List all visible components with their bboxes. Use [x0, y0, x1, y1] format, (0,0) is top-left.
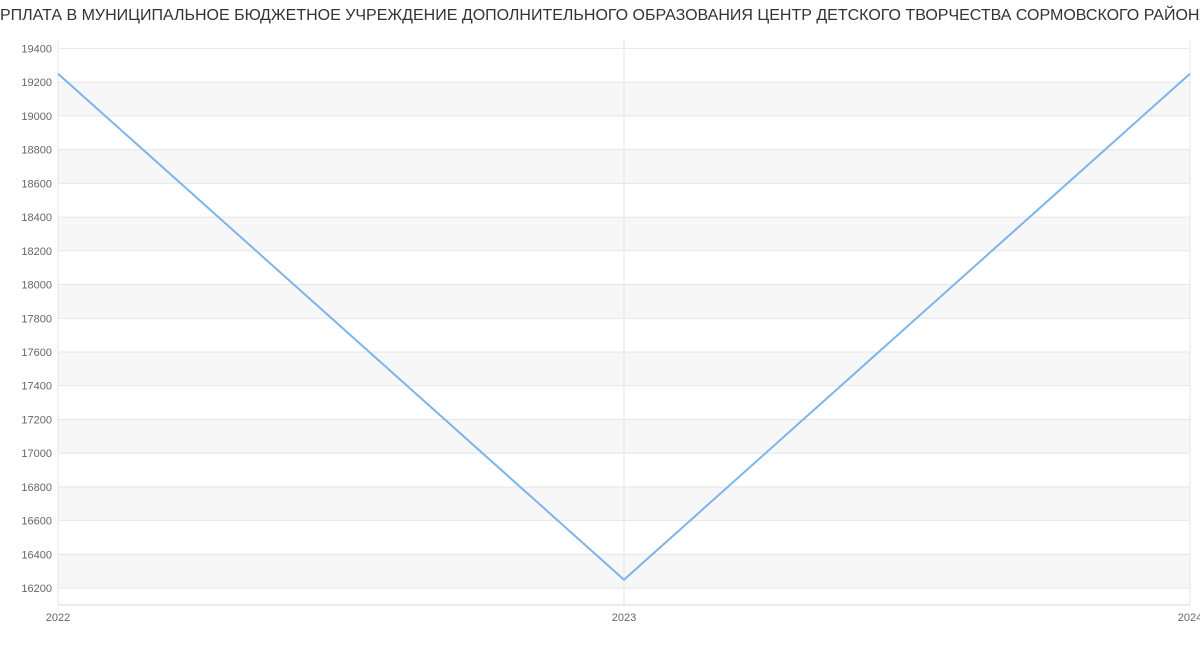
y-tick-label: 17800 — [21, 313, 52, 325]
y-tick-label: 18400 — [21, 212, 52, 224]
y-tick-label: 18600 — [21, 178, 52, 190]
y-tick-label: 17400 — [21, 381, 52, 393]
y-tick-label: 18000 — [21, 280, 52, 292]
chart-svg: 16200 16400 16600 16800 17000 17200 17400 17600… — [0, 0, 1200, 650]
x-tick-label: 2023 — [612, 612, 636, 624]
y-tick-label: 16400 — [21, 549, 52, 561]
y-tick-label: 19200 — [21, 77, 52, 89]
y-tick-label: 17000 — [21, 448, 52, 460]
y-tick-label: 18200 — [21, 246, 52, 258]
y-tick-label: 17200 — [21, 414, 52, 426]
chart-title: РПЛАТА В МУНИЦИПАЛЬНОЕ БЮДЖЕТНОЕ УЧРЕЖДЕ… — [0, 7, 1200, 25]
x-tick-label: 2024 — [1178, 612, 1200, 624]
y-tick-label: 17600 — [21, 347, 52, 359]
y-tick-label: 19000 — [21, 111, 52, 123]
y-tick-label: 16600 — [21, 516, 52, 528]
y-tick-label: 16800 — [21, 482, 52, 494]
y-tick-label: 19400 — [21, 43, 52, 55]
y-tick-label: 18800 — [21, 145, 52, 157]
x-tick-label: 2022 — [46, 612, 70, 624]
chart-container: РПЛАТА В МУНИЦИПАЛЬНОЕ БЮДЖЕТНОЕ УЧРЕЖДЕ… — [0, 0, 1200, 650]
y-tick-label: 16200 — [21, 583, 52, 595]
